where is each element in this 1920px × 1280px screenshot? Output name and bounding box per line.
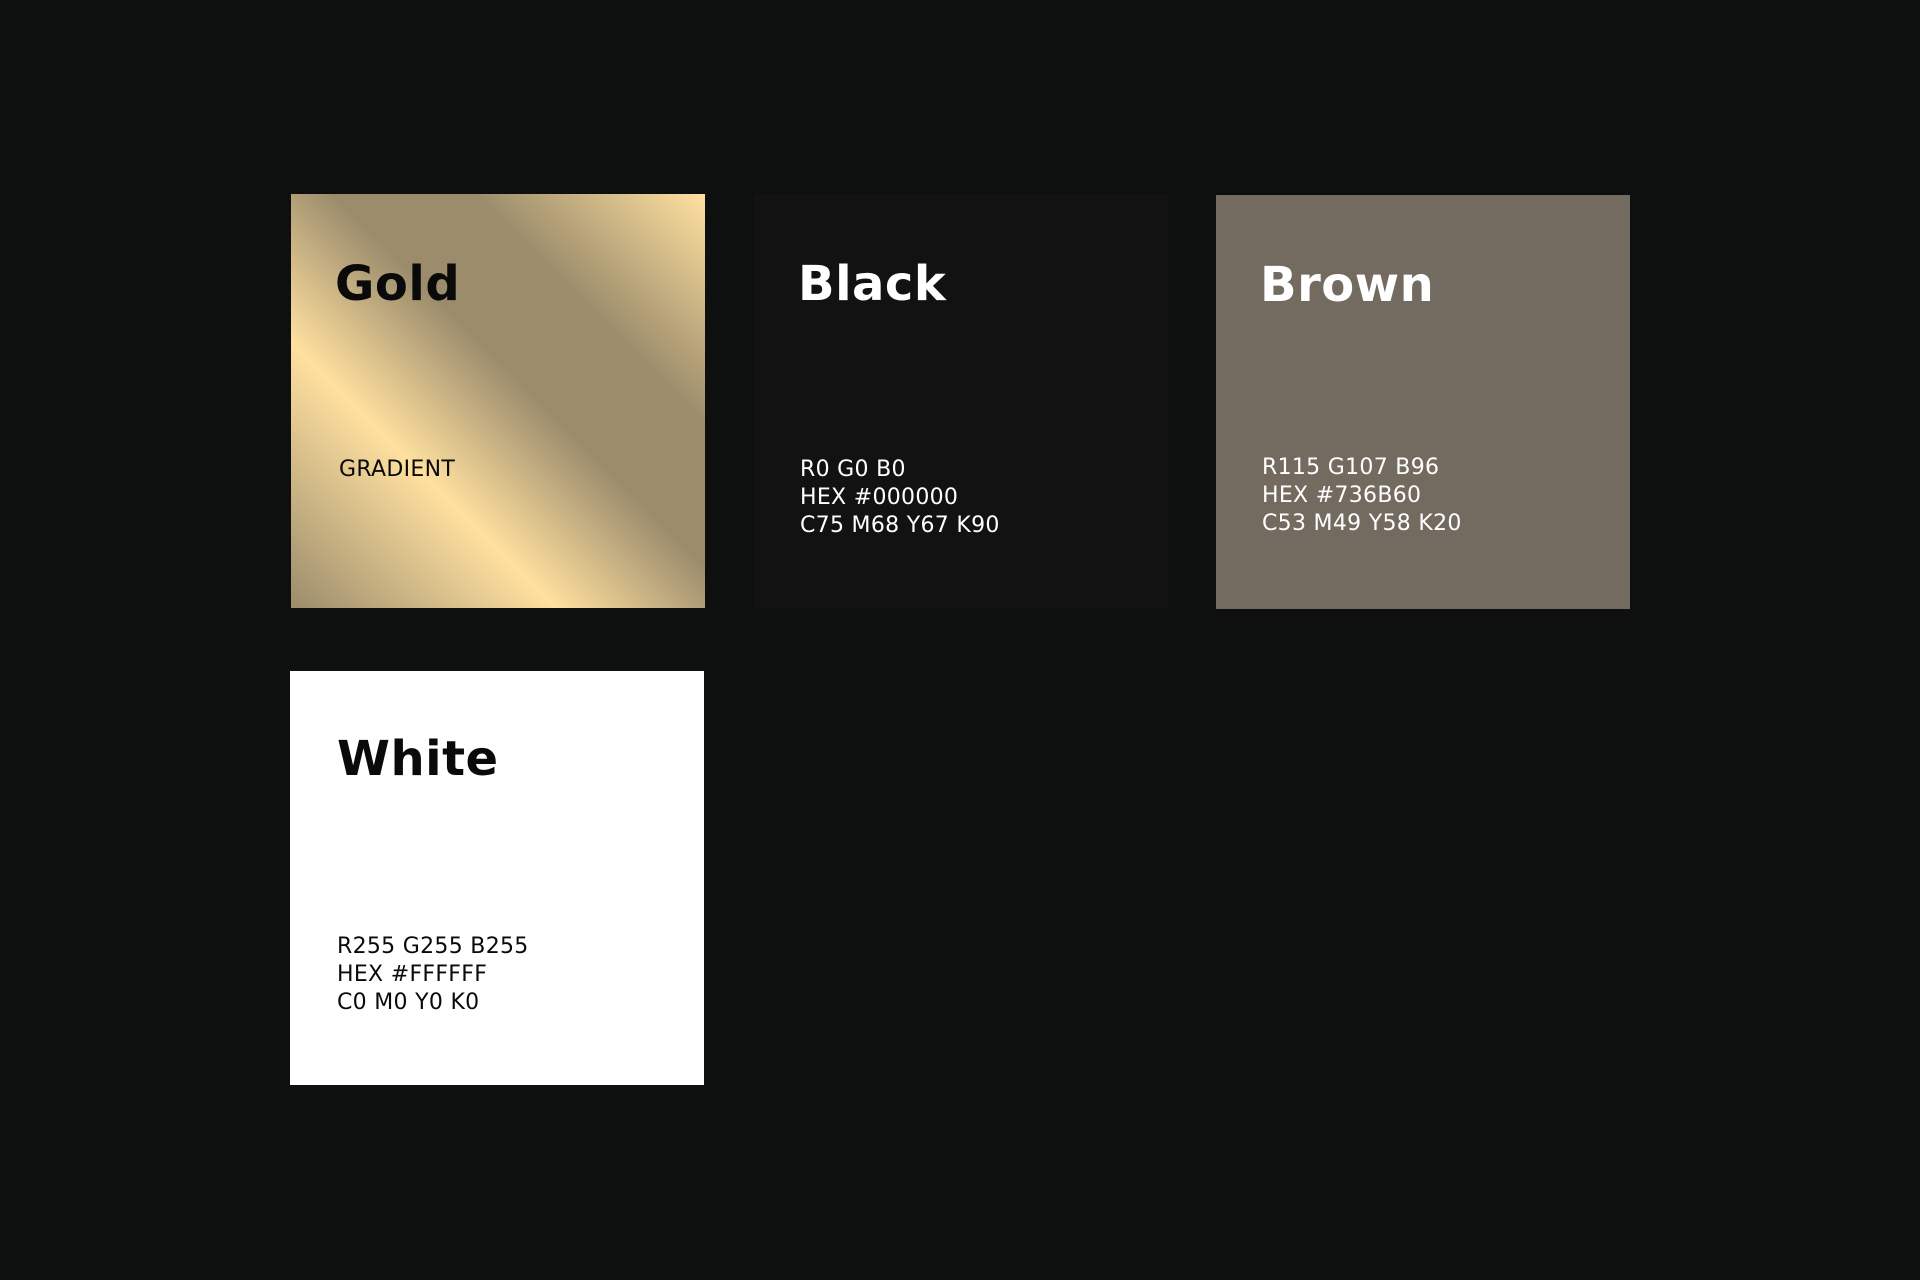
swatch-spec-cmyk: C0 M0 Y0 K0 xyxy=(337,990,480,1015)
swatch-spec-rgb: R255 G255 B255 xyxy=(337,934,529,959)
black-swatch: Black R0 G0 B0 HEX #000000 C75 M68 Y67 K… xyxy=(754,194,1168,608)
swatch-spec-rgb: R115 G107 B96 xyxy=(1262,455,1440,480)
swatch-specs: R255 G255 B255 HEX #FFFFFF C0 M0 Y0 K0 xyxy=(337,933,529,1017)
swatch-title: Brown xyxy=(1260,257,1435,313)
swatch-specs: R0 G0 B0 HEX #000000 C75 M68 Y67 K90 xyxy=(800,456,1000,540)
swatch-title: White xyxy=(337,731,499,787)
brown-swatch: Brown R115 G107 B96 HEX #736B60 C53 M49 … xyxy=(1216,195,1630,609)
swatch-spec-rgb: R0 G0 B0 xyxy=(800,457,906,482)
white-swatch: White R255 G255 B255 HEX #FFFFFF C0 M0 Y… xyxy=(290,671,704,1085)
gold-swatch: Gold GRADIENT xyxy=(291,194,705,608)
swatch-spec-cmyk: C75 M68 Y67 K90 xyxy=(800,513,1000,538)
swatch-spec-line: GRADIENT xyxy=(339,457,456,482)
color-palette-canvas: Gold GRADIENT Black R0 G0 B0 HEX #000000… xyxy=(0,0,1920,1280)
swatch-spec-hex: HEX #736B60 xyxy=(1262,483,1422,508)
swatch-title: Gold xyxy=(335,256,461,312)
swatch-specs: R115 G107 B96 HEX #736B60 C53 M49 Y58 K2… xyxy=(1262,454,1462,538)
swatch-spec-hex: HEX #FFFFFF xyxy=(337,962,488,987)
swatch-spec-cmyk: C53 M49 Y58 K20 xyxy=(1262,511,1462,536)
swatch-spec-hex: HEX #000000 xyxy=(800,485,959,510)
swatch-title: Black xyxy=(798,256,947,312)
swatch-specs: GRADIENT xyxy=(339,456,455,484)
